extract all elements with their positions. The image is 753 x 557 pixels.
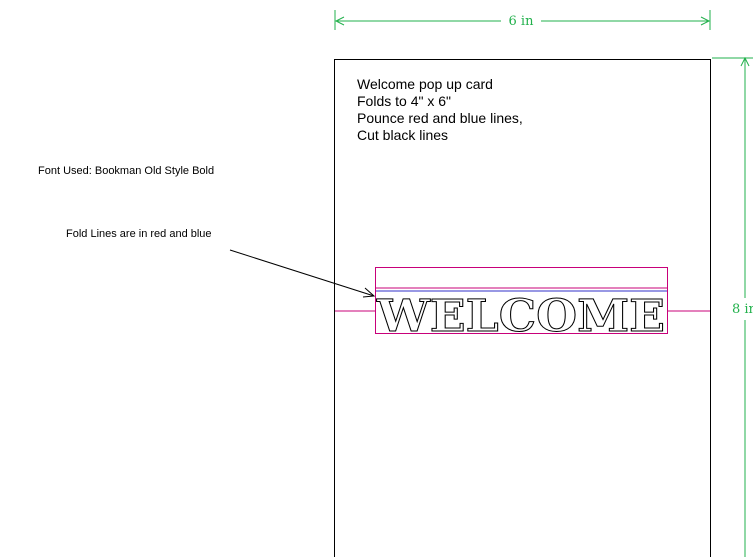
popup-element: WELCOME [335, 267, 710, 343]
width-label: 6 in [509, 14, 535, 29]
height-label: 8 in [732, 302, 753, 317]
instruction-line-2: Folds to 4" x 6" [357, 93, 451, 109]
height-dimension: 8 in [712, 56, 753, 557]
fold-lines-arrow [229, 249, 376, 298]
width-dimension: 6 in [334, 10, 711, 30]
fold-lines-note: Fold Lines are in red and blue [66, 228, 212, 240]
card-instructions: Welcome pop up card Folds to 4" x 6" Pou… [357, 76, 523, 143]
welcome-popup-text: WELCOME [376, 291, 665, 342]
instruction-line-1: Welcome pop up card [357, 76, 493, 92]
pop-up-card-diagram: 6 in 8 in Welcome pop up card Folds to 4… [38, 10, 753, 557]
instruction-line-3: Pounce red and blue lines, [357, 110, 523, 126]
font-used-note: Font Used: Bookman Old Style Bold [38, 165, 214, 177]
fold-lines-arrow-shaft [229, 249, 375, 297]
instruction-line-4: Cut black lines [357, 127, 448, 143]
